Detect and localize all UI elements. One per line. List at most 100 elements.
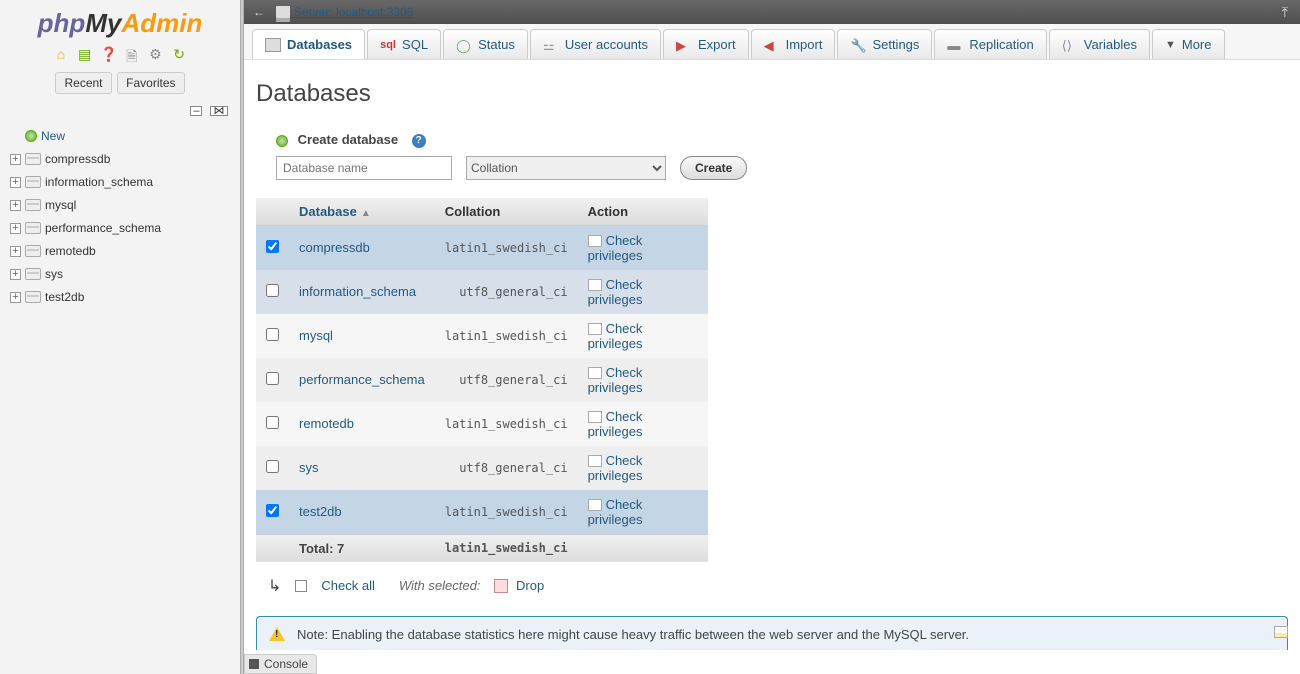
db-icon [25,199,41,211]
tree-new-db[interactable]: +New [8,125,240,148]
privileges-icon [588,235,602,247]
main-area: ← Server: localhost:3306 ⤒ DatabasessqlS… [244,0,1300,674]
expand-icon[interactable]: + [10,246,21,257]
table-row: mysqllatin1_swedish_ciCheck privileges [256,314,708,358]
row-collation: latin1_swedish_ci [435,402,578,446]
expand-icon[interactable]: + [10,223,21,234]
tree-db-label: mysql [45,198,76,212]
db-link[interactable]: remotedb [299,416,354,431]
drop-link[interactable]: Drop [516,578,544,593]
expand-icon[interactable]: + [10,200,21,211]
tab-icon: ⟨⟩ [1062,38,1078,52]
tab-import[interactable]: ◀Import [751,29,836,59]
databases-table: Database▲ Collation Action compressdblat… [256,198,708,562]
warning-icon [269,627,285,641]
row-checkbox[interactable] [266,372,279,385]
db-link[interactable]: test2db [299,504,342,519]
create-button[interactable]: Create [680,156,747,180]
tree-db-item[interactable]: +sys [8,263,240,286]
expand-icon[interactable]: + [10,154,21,165]
tab-settings[interactable]: 🔧Settings [837,29,932,59]
tree-db-item[interactable]: + mysql [8,194,240,217]
db-icon [25,222,41,234]
breadcrumb-bar: ← Server: localhost:3306 ⤒ [244,0,1300,24]
row-checkbox[interactable] [266,416,279,429]
tree-db-label: remotedb [45,244,96,258]
tab-replication[interactable]: ▬Replication [934,29,1046,59]
tab-icon: ◀ [764,38,780,52]
page-title: Databases [256,80,1288,108]
tree-db-item[interactable]: + test2db [8,286,240,309]
check-all-checkbox[interactable] [295,580,307,592]
tree-db-label: compressdb [45,152,110,166]
db-link[interactable]: compressdb [299,240,370,255]
db-link[interactable]: information_schema [299,284,416,299]
db-link[interactable]: sys [299,460,319,475]
page-settings-icon[interactable] [1274,626,1288,638]
footer-collation: latin1_swedish_ci [435,534,578,562]
db-name-input[interactable] [276,156,452,180]
help-icon[interactable]: ? [412,134,426,148]
tree-db-item[interactable]: + remotedb [8,240,240,263]
tree-db-item[interactable]: +information_schema [8,171,240,194]
tab-user-accounts[interactable]: ⚍User accounts [530,29,661,59]
collapse-tree-icon[interactable]: – [190,106,202,116]
tree-db-item[interactable]: + compressdb [8,148,240,171]
link-icon[interactable]: ⋈ [210,106,228,116]
tree-db-label: performance_schema [45,221,161,235]
tab-icon [265,38,281,52]
col-database[interactable]: Database [299,204,357,219]
with-selected-label: With selected: [399,578,481,593]
notice-box: Note: Enabling the database statistics h… [256,616,1288,650]
col-action: Action [578,198,708,226]
sidebar: phpMyAdmin ⌂ ▤ ❓ 🗎 ⚙ ↻ Recent Favorites … [0,0,240,674]
tab-more[interactable]: ▼More [1152,29,1225,59]
tab-variables[interactable]: ⟨⟩Variables [1049,29,1150,59]
privileges-icon [588,367,602,379]
favorites-tab[interactable]: Favorites [117,72,184,94]
tab-databases[interactable]: Databases [252,29,365,59]
tree-db-label: test2db [45,290,84,304]
notice-text: Note: Enabling the database statistics h… [297,627,969,642]
expand-icon[interactable]: + [10,177,21,188]
tab-sql[interactable]: sqlSQL [367,29,441,59]
row-collation: utf8_general_ci [435,358,578,402]
home-icon[interactable]: ⌂ [53,46,69,62]
bulk-arrow-icon: ↳ [268,576,281,596]
bulk-actions: ↳ Check all With selected: Drop [256,576,1288,596]
tab-export[interactable]: ▶Export [663,29,749,59]
privileges-icon [588,499,602,511]
chevron-down-icon: ▼ [1165,39,1176,51]
console-tab[interactable]: Console [244,654,317,674]
expand-icon[interactable]: + [10,292,21,303]
row-checkbox[interactable] [266,240,279,253]
reload-icon[interactable]: ↻ [171,46,187,62]
tab-icon: sql [380,38,396,52]
db-icon [25,268,41,280]
col-collation[interactable]: Collation [435,198,578,226]
row-checkbox[interactable] [266,328,279,341]
recent-tab[interactable]: Recent [55,72,111,94]
settings-icon[interactable]: ⚙ [147,46,163,62]
tree-db-item[interactable]: + performance_schema [8,217,240,240]
create-db-heading: Create database [298,132,398,147]
logout-icon[interactable]: ▤ [77,46,93,62]
collation-select[interactable]: Collation [466,156,666,180]
db-icon [25,176,41,188]
db-link[interactable]: mysql [299,328,333,343]
back-icon[interactable]: ← [250,5,268,19]
privileges-icon [588,279,602,291]
check-all-link[interactable]: Check all [321,578,374,593]
tab-status[interactable]: ◯Status [443,29,528,59]
row-checkbox[interactable] [266,504,279,517]
docs-icon[interactable]: 🗎 [124,46,140,62]
server-breadcrumb[interactable]: Server: localhost:3306 [294,5,413,19]
expand-icon[interactable]: + [10,269,21,280]
row-checkbox[interactable] [266,460,279,473]
db-link[interactable]: performance_schema [299,372,425,387]
help-sql-icon[interactable]: ❓ [100,46,116,62]
db-icon [25,245,41,257]
collapse-topbar-icon[interactable]: ⤒ [1276,4,1294,21]
row-checkbox[interactable] [266,284,279,297]
logo[interactable]: phpMyAdmin [0,0,240,43]
